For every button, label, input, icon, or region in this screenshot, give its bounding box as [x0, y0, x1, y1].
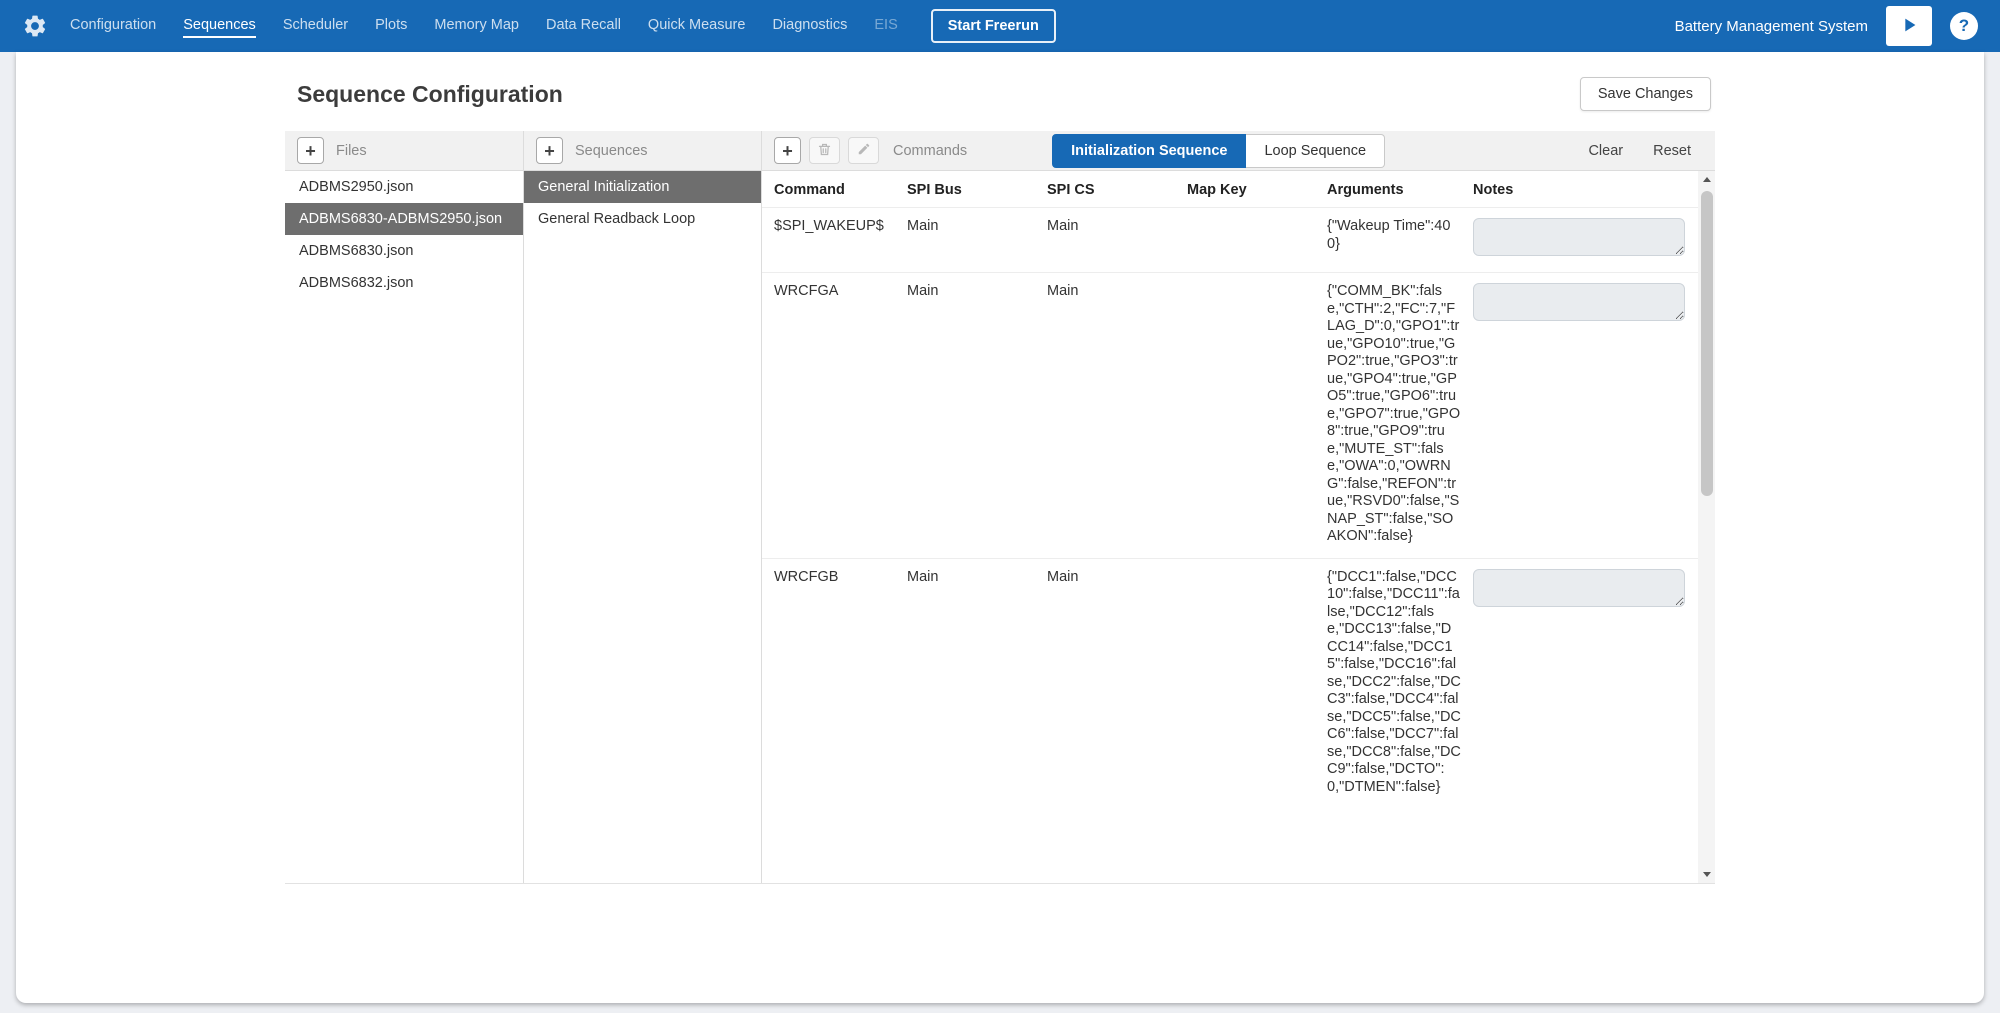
command-row[interactable]: WRCFGB Main Main {"DCC1":false,"DCC10":f…: [762, 558, 1698, 808]
content-area: Sequence Configuration Save Changes + Fi…: [285, 52, 1715, 884]
gear-icon[interactable]: [22, 13, 48, 39]
column-header-command: Command: [762, 171, 907, 208]
command-cell: $SPI_WAKEUP$: [762, 208, 907, 273]
commands-table: Command SPI Bus SPI CS Map Key Arguments…: [762, 171, 1698, 808]
sequences-list: General Initialization General Readback …: [524, 171, 761, 235]
spi-bus-cell: Main: [907, 273, 1047, 559]
file-item[interactable]: ADBMS2950.json: [285, 171, 523, 203]
brand-title: Battery Management System: [1675, 18, 1868, 35]
files-panel: + Files ADBMS2950.json ADBMS6830-ADBMS29…: [285, 131, 524, 883]
delete-command-button[interactable]: [809, 137, 840, 164]
commands-table-viewport: Command SPI Bus SPI CS Map Key Arguments…: [762, 171, 1715, 883]
tab-loop-sequence[interactable]: Loop Sequence: [1246, 134, 1385, 168]
commands-panel: + Commands Initialization Sequence: [762, 131, 1715, 883]
nav-item-quick-measure[interactable]: Quick Measure: [648, 14, 746, 38]
nav-item-plots[interactable]: Plots: [375, 14, 407, 38]
sequence-type-tabs: Initialization Sequence Loop Sequence: [1052, 134, 1385, 168]
add-file-button[interactable]: +: [297, 137, 324, 164]
play-button[interactable]: [1886, 6, 1932, 46]
save-changes-button[interactable]: Save Changes: [1580, 77, 1711, 111]
trash-icon: [817, 142, 832, 160]
notes-cell: [1473, 208, 1698, 273]
notes-cell: [1473, 273, 1698, 559]
nav-item-eis: EIS: [874, 14, 897, 38]
file-item[interactable]: ADBMS6830.json: [285, 235, 523, 267]
nav-item-configuration[interactable]: Configuration: [70, 14, 156, 38]
spi-cs-cell: Main: [1047, 208, 1187, 273]
column-header-spi-bus: SPI Bus: [907, 171, 1047, 208]
commands-panel-title: Commands: [893, 143, 967, 159]
files-panel-title: Files: [336, 143, 367, 159]
toolbar-right-group: Clear Reset: [1588, 143, 1691, 159]
reset-button[interactable]: Reset: [1653, 143, 1691, 159]
nav-item-memory-map[interactable]: Memory Map: [434, 14, 519, 38]
command-row[interactable]: WRCFGA Main Main {"COMM_BK":false,"CTH":…: [762, 273, 1698, 559]
table-bottom-fade: [762, 865, 1698, 883]
nav-item-scheduler[interactable]: Scheduler: [283, 14, 348, 38]
nav-right-group: Battery Management System ?: [1675, 6, 1978, 46]
map-key-cell: [1187, 273, 1327, 559]
scrollbar-thumb[interactable]: [1701, 191, 1713, 496]
tab-initialization-sequence[interactable]: Initialization Sequence: [1052, 134, 1246, 168]
sequence-item-selected[interactable]: General Initialization: [524, 171, 761, 203]
command-row[interactable]: $SPI_WAKEUP$ Main Main {"Wakeup Time":40…: [762, 208, 1698, 273]
command-cell: WRCFGA: [762, 273, 907, 559]
spi-bus-cell: Main: [907, 208, 1047, 273]
clear-button[interactable]: Clear: [1588, 143, 1623, 159]
files-list: ADBMS2950.json ADBMS6830-ADBMS2950.json …: [285, 171, 523, 299]
file-item[interactable]: ADBMS6832.json: [285, 267, 523, 299]
commands-toolbar: + Commands Initialization Sequence: [762, 131, 1715, 171]
nav-item-data-recall[interactable]: Data Recall: [546, 14, 621, 38]
sequences-panel-header: + Sequences: [524, 131, 761, 171]
notes-input[interactable]: [1473, 569, 1685, 607]
spi-cs-cell: Main: [1047, 273, 1187, 559]
column-header-map-key: Map Key: [1187, 171, 1327, 208]
file-item-selected[interactable]: ADBMS6830-ADBMS2950.json: [285, 203, 523, 235]
column-header-arguments: Arguments: [1327, 171, 1473, 208]
notes-input[interactable]: [1473, 218, 1685, 256]
command-cell: WRCFGB: [762, 558, 907, 808]
notes-cell: [1473, 558, 1698, 808]
arguments-cell: {"COMM_BK":false,"CTH":2,"FC":7,"FLAG_D"…: [1327, 273, 1473, 559]
map-key-cell: [1187, 558, 1327, 808]
help-icon[interactable]: ?: [1950, 12, 1978, 40]
panels-container: + Files ADBMS2950.json ADBMS6830-ADBMS29…: [285, 131, 1715, 884]
spi-bus-cell: Main: [907, 558, 1047, 808]
add-sequence-button[interactable]: +: [536, 137, 563, 164]
sequences-panel: + Sequences General Initialization Gener…: [524, 131, 762, 883]
page-title: Sequence Configuration: [297, 81, 563, 108]
content-header: Sequence Configuration Save Changes: [285, 52, 1715, 131]
arguments-cell: {"DCC1":false,"DCC10":false,"DCC11":fals…: [1327, 558, 1473, 808]
files-panel-header: + Files: [285, 131, 523, 171]
nav-item-diagnostics[interactable]: Diagnostics: [772, 14, 847, 38]
scrollbar-up-arrow[interactable]: [1698, 171, 1715, 188]
table-header-row: Command SPI Bus SPI CS Map Key Arguments…: [762, 171, 1698, 208]
sequences-panel-title: Sequences: [575, 143, 648, 159]
column-header-spi-cs: SPI CS: [1047, 171, 1187, 208]
main-card: Sequence Configuration Save Changes + Fi…: [16, 52, 1984, 1003]
arguments-cell: {"Wakeup Time":400}: [1327, 208, 1473, 273]
notes-input[interactable]: [1473, 283, 1685, 321]
map-key-cell: [1187, 208, 1327, 273]
start-freerun-button[interactable]: Start Freerun: [931, 9, 1056, 43]
add-command-button[interactable]: +: [774, 137, 801, 164]
edit-command-button[interactable]: [848, 137, 879, 164]
nav-item-sequences[interactable]: Sequences: [183, 14, 256, 38]
play-icon: [1898, 14, 1920, 39]
top-nav: Configuration Sequences Scheduler Plots …: [0, 0, 2000, 52]
pencil-icon: [857, 142, 871, 159]
spi-cs-cell: Main: [1047, 558, 1187, 808]
table-scrollbar[interactable]: [1698, 171, 1715, 883]
column-header-notes: Notes: [1473, 171, 1698, 208]
scrollbar-down-arrow[interactable]: [1698, 866, 1715, 883]
sequence-item[interactable]: General Readback Loop: [524, 203, 761, 235]
